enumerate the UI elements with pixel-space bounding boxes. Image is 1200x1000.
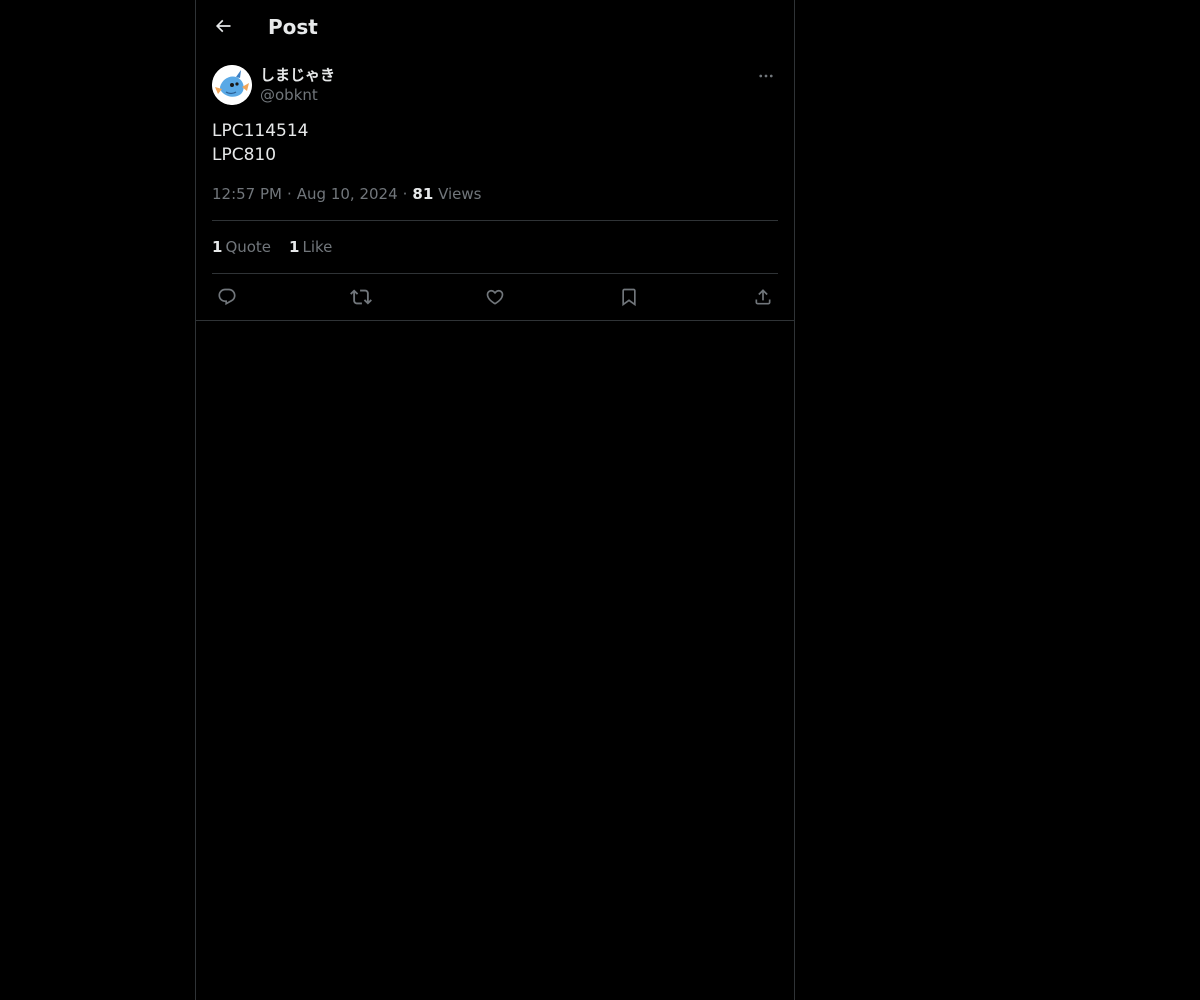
meta-separator: ·	[286, 185, 292, 203]
divider	[212, 273, 778, 274]
arrow-left-icon	[213, 16, 233, 36]
likes-count: 1	[289, 238, 300, 256]
post-time[interactable]: 12:57 PM	[212, 185, 282, 203]
avatar[interactable]	[212, 65, 252, 105]
share-icon	[753, 287, 773, 307]
more-horizontal-icon	[757, 67, 775, 85]
author-display-name[interactable]: しまじゃき	[260, 65, 335, 85]
post-stats: 1 Quote 1 Like	[212, 237, 350, 257]
page-title: Post	[268, 15, 318, 39]
views-label: Views	[438, 185, 482, 203]
author-handle[interactable]: @obknt	[260, 85, 318, 105]
post-text-line: LPC810	[212, 145, 277, 165]
post-detail-column: Post しまじゃき @obknt LPC114514 LPC810 12:57…	[195, 0, 795, 1000]
post-actions	[212, 283, 778, 311]
repost-button[interactable]	[346, 283, 376, 311]
bookmark-icon	[619, 287, 639, 307]
post-author: しまじゃき @obknt	[212, 64, 778, 106]
reply-button[interactable]	[212, 283, 242, 311]
repost-icon	[350, 286, 372, 308]
like-button[interactable]	[480, 283, 510, 311]
more-options-button[interactable]	[754, 66, 778, 86]
heart-icon	[485, 287, 505, 307]
post-meta: 12:57 PM · Aug 10, 2024 · 81 Views	[212, 184, 481, 204]
post-text-line: LPC114514	[212, 121, 309, 141]
post-date[interactable]: Aug 10, 2024	[297, 185, 398, 203]
page-header: Post	[196, 0, 794, 53]
divider	[196, 320, 794, 321]
likes-label: Like	[302, 238, 333, 256]
back-button[interactable]	[208, 11, 238, 41]
reply-icon	[217, 287, 237, 307]
quotes-label: Quote	[225, 238, 272, 256]
share-button[interactable]	[748, 283, 778, 311]
avatar-image	[212, 65, 252, 105]
meta-separator: ·	[402, 185, 408, 203]
likes-stat[interactable]: 1 Like	[289, 237, 332, 257]
views-count: 81	[412, 185, 434, 203]
quotes-count: 1	[212, 238, 223, 256]
post-text: LPC114514 LPC810	[212, 119, 309, 167]
bookmark-button[interactable]	[614, 283, 644, 311]
quotes-stat[interactable]: 1 Quote	[212, 237, 271, 257]
divider	[212, 220, 778, 221]
